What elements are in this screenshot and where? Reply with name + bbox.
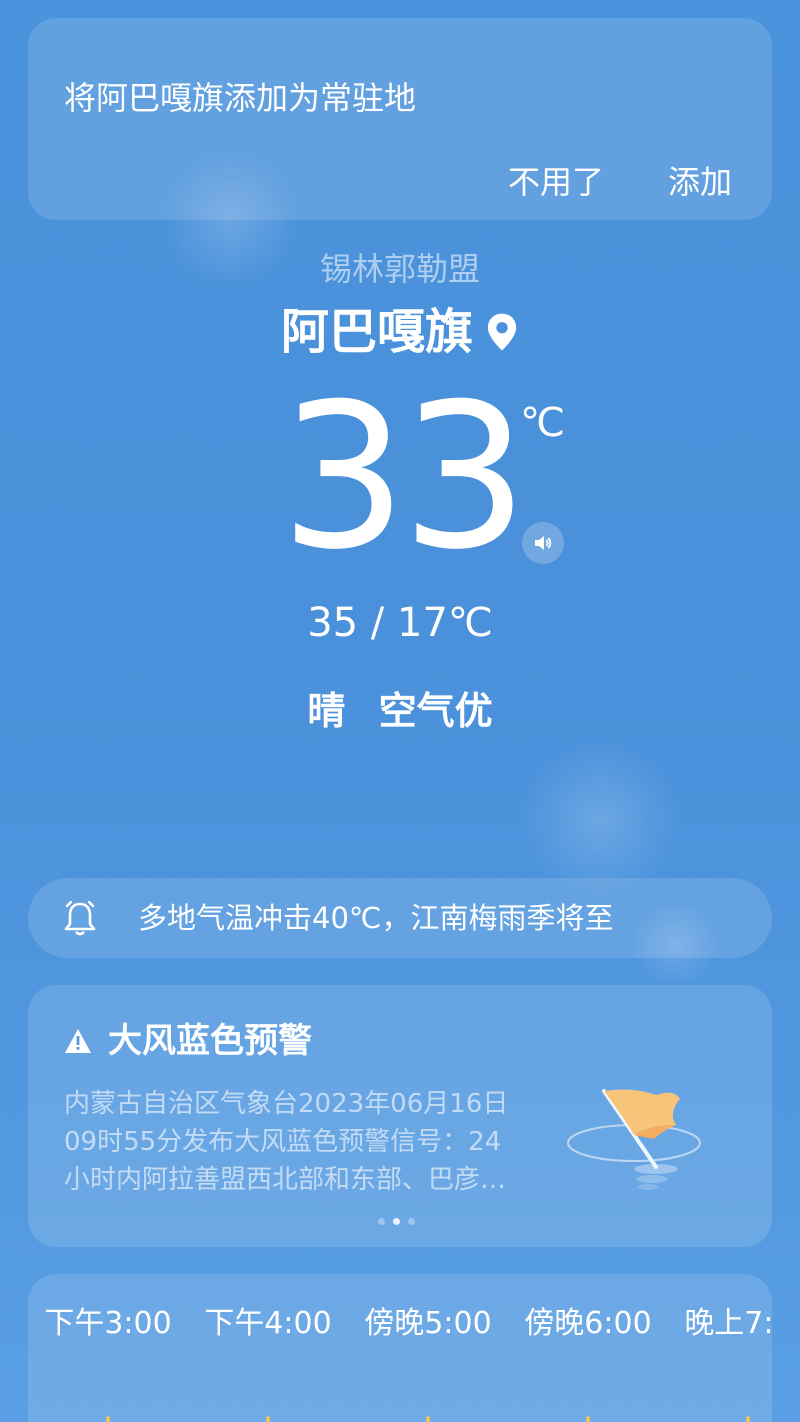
temperature-unit: ℃	[520, 400, 565, 446]
add-button[interactable]: 添加	[668, 160, 732, 204]
condition-row: 晴 空气优	[0, 680, 800, 735]
news-text: 多地气温冲击40℃，江南梅雨季将至	[138, 901, 614, 935]
hourly-forecast[interactable]: 下午3:00 下午4:00 傍晚5:00 傍晚6:00 晚上7	[28, 1274, 772, 1422]
speaker-glyph-icon	[535, 536, 552, 550]
sun-icon	[266, 1416, 270, 1422]
warning-header: 大风蓝色预警	[64, 1019, 312, 1063]
bell-icon	[64, 900, 96, 936]
region-name: 锡林郭勒盟	[319, 250, 480, 288]
prompt-title: 将阿巴嘎旗添加为常驻地	[64, 79, 417, 117]
hour-time: 下午3:00	[44, 1306, 172, 1341]
current-temperature: 33	[280, 361, 529, 594]
sun-icon	[586, 1416, 590, 1422]
hour-item[interactable]: 傍晚6:00	[508, 1304, 668, 1422]
location-pin-icon	[487, 313, 517, 351]
temperature-range: 35 / 17℃	[307, 600, 493, 646]
warning-body: 内蒙古自治区气象台2023年06月16日09时55分发布大风蓝色预警信号：24小…	[64, 1089, 509, 1195]
wind-flag-icon	[567, 1089, 701, 1190]
pager-dot-active	[393, 1218, 400, 1225]
hour-time: 下午4:00	[204, 1306, 332, 1341]
city-row[interactable]: 阿巴嘎旗	[0, 300, 800, 364]
hour-time: 傍晚5:00	[364, 1306, 492, 1341]
sun-icon	[106, 1416, 110, 1422]
sun-icon	[746, 1416, 750, 1422]
warning-pager	[378, 1218, 415, 1225]
air-quality[interactable]: 空气优	[379, 689, 493, 733]
hour-item[interactable]: 傍晚5:00	[348, 1304, 508, 1422]
hour-time: 晚上7:00	[684, 1306, 772, 1341]
decline-button[interactable]: 不用了	[508, 160, 604, 204]
news-banner[interactable]: 多地气温冲击40℃，江南梅雨季将至	[28, 878, 772, 958]
sun-icon	[426, 1416, 430, 1422]
weather-condition: 晴	[307, 689, 346, 733]
warning-title: 大风蓝色预警	[108, 1021, 312, 1061]
hour-item[interactable]: 晚上7:00	[668, 1304, 772, 1422]
weather-warning-card[interactable]: 大风蓝色预警 内蒙古自治区气象台2023年06月16日09时55分发布大风蓝色预…	[28, 985, 772, 1247]
hour-item[interactable]: 下午4:00	[188, 1304, 348, 1422]
speaker-icon[interactable]	[522, 522, 564, 564]
hour-time: 傍晚6:00	[524, 1306, 652, 1341]
city-name: 阿巴嘎旗	[280, 304, 473, 360]
pager-dot	[408, 1218, 415, 1225]
pager-dot	[378, 1218, 385, 1225]
hour-item[interactable]: 下午3:00	[28, 1304, 188, 1422]
add-residence-prompt: 将阿巴嘎旗添加为常驻地 不用了 添加	[28, 18, 772, 220]
warning-triangle-icon	[65, 1029, 91, 1053]
